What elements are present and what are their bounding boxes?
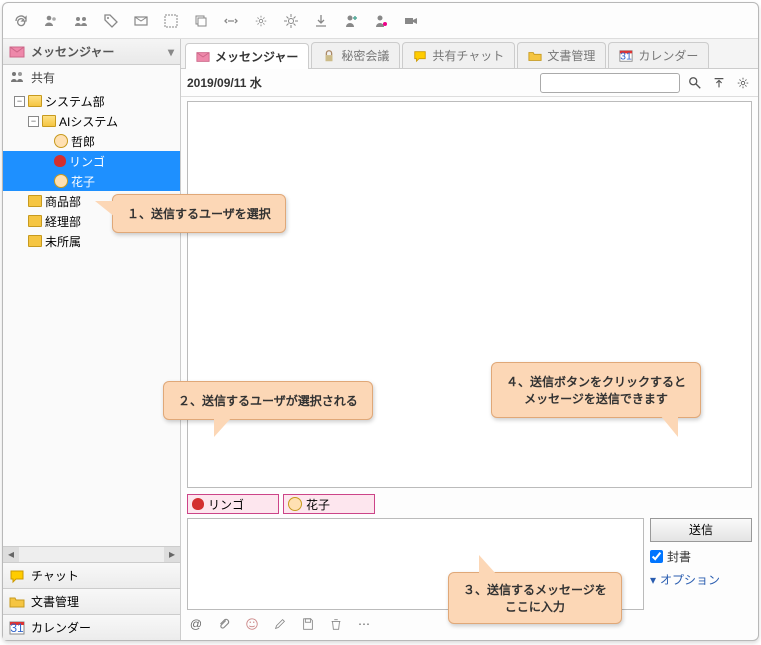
attachment-icon[interactable] [215,615,233,633]
send-button[interactable]: 送信 [650,518,752,542]
options-toggle[interactable]: ▾オプション [650,571,752,588]
scroll-top-icon[interactable] [710,74,728,92]
copy-icon[interactable] [191,11,211,31]
tag-icon[interactable] [101,11,121,31]
callout-1: １、送信するユーザを選択 [112,194,286,233]
triangle-down-icon: ▾ [650,573,656,587]
recipient-chip-hanako[interactable]: 花子 [283,494,375,514]
nav-calendar[interactable]: 31 カレンダー [3,614,180,640]
tab-bar: メッセンジャー 秘密会議 共有チャット 文書管理 31カレンダー [181,39,758,69]
select-icon[interactable] [161,11,181,31]
sidebar-hscroll[interactable]: ◂▸ [3,546,180,562]
sealed-checkbox[interactable]: 封書 [650,548,752,565]
folder-icon [28,235,42,247]
calendar-nav-icon: 31 [9,620,25,636]
save-icon[interactable] [299,615,317,633]
delete-icon[interactable] [327,615,345,633]
sidebar-header-label: メッセンジャー [31,43,114,60]
users-icon[interactable] [41,11,61,31]
chat-icon [9,568,25,584]
recipient-chip-ringo[interactable]: リンゴ [187,494,279,514]
folder-icon [42,115,56,127]
sidebar-header-messenger[interactable]: メッセンジャー ▾ [3,39,180,65]
search-input[interactable] [540,73,680,93]
callout-4: ４、送信ボタンをクリックするとメッセージを送信できます [491,362,701,418]
scroll-right-icon[interactable]: ▸ [164,547,180,562]
gear-small-icon[interactable] [251,11,271,31]
sync-icon[interactable] [221,11,241,31]
apple-icon [54,155,66,167]
recipient-row: リンゴ 花子 [187,494,752,516]
search-icon[interactable] [686,74,704,92]
tab-shared-chat[interactable]: 共有チャット [402,42,515,68]
user-status-icon[interactable] [371,11,391,31]
date-bar: 2019/09/11 水 [181,69,758,97]
camera-icon[interactable] [401,11,421,31]
share-header[interactable]: 共有 [3,65,180,89]
folder-nav-icon [9,594,25,610]
callout-2: ２、送信するユーザが選択される [163,381,373,420]
date-label: 2019/09/11 水 [187,74,262,91]
user-icon [288,497,302,511]
callout-3: ３、送信するメッセージをここに入力 [448,572,622,624]
apple-icon [192,498,204,510]
nav-chat[interactable]: チャット [3,562,180,588]
group-icon[interactable] [71,11,91,31]
main-panel: メッセンジャー 秘密会議 共有チャット 文書管理 31カレンダー 2019/09… [181,39,758,640]
tree-system[interactable]: −システム部 [3,91,180,111]
chevron-down-icon: ▾ [168,45,174,59]
collapse-icon[interactable]: − [28,116,39,127]
tab-calendar[interactable]: 31カレンダー [608,42,709,68]
import-icon[interactable] [311,11,331,31]
folder-icon [528,49,542,63]
tree-user-ringo[interactable]: リンゴ [3,151,180,171]
folder-icon [28,195,42,207]
edit-icon[interactable] [271,615,289,633]
svg-text:31: 31 [10,621,24,635]
lock-icon [322,49,336,63]
folder-icon [28,95,42,107]
tab-messenger[interactable]: メッセンジャー [185,43,309,69]
tree-ai[interactable]: −AIシステム [3,111,180,131]
share-label: 共有 [31,69,55,86]
tree-user-tetsuro[interactable]: 哲郎 [3,131,180,151]
group-small-icon [9,70,25,84]
svg-text:31: 31 [620,50,632,62]
refresh-icon[interactable] [11,11,31,31]
user-icon [54,134,68,148]
main-toolbar [3,3,758,39]
add-user-icon[interactable] [341,11,361,31]
nav-docs[interactable]: 文書管理 [3,588,180,614]
folder-tree: −システム部 −AIシステム 哲郎 リンゴ 花子 商品部 経理部 未所属 [3,89,180,546]
more-icon[interactable]: ⋯ [355,615,373,633]
tab-secret[interactable]: 秘密会議 [311,42,400,68]
tree-misyozoku[interactable]: 未所属 [3,231,180,251]
collapse-icon[interactable]: − [14,96,25,107]
scroll-left-icon[interactable]: ◂ [3,547,19,562]
envelope-icon [196,50,210,64]
gear-icon[interactable] [281,11,301,31]
user-icon [54,174,68,188]
new-message-icon[interactable] [131,11,151,31]
sidebar: メッセンジャー ▾ 共有 −システム部 −AIシステム 哲郎 リンゴ 花子 商品… [3,39,181,640]
folder-icon [28,215,42,227]
emoji-icon[interactable] [243,615,261,633]
tree-user-hanako[interactable]: 花子 [3,171,180,191]
mention-icon[interactable]: @ [187,615,205,633]
envelope-icon [9,44,25,60]
chat-icon [413,49,427,63]
tab-docs[interactable]: 文書管理 [517,42,606,68]
calendar-icon: 31 [619,49,633,63]
settings-icon[interactable] [734,74,752,92]
